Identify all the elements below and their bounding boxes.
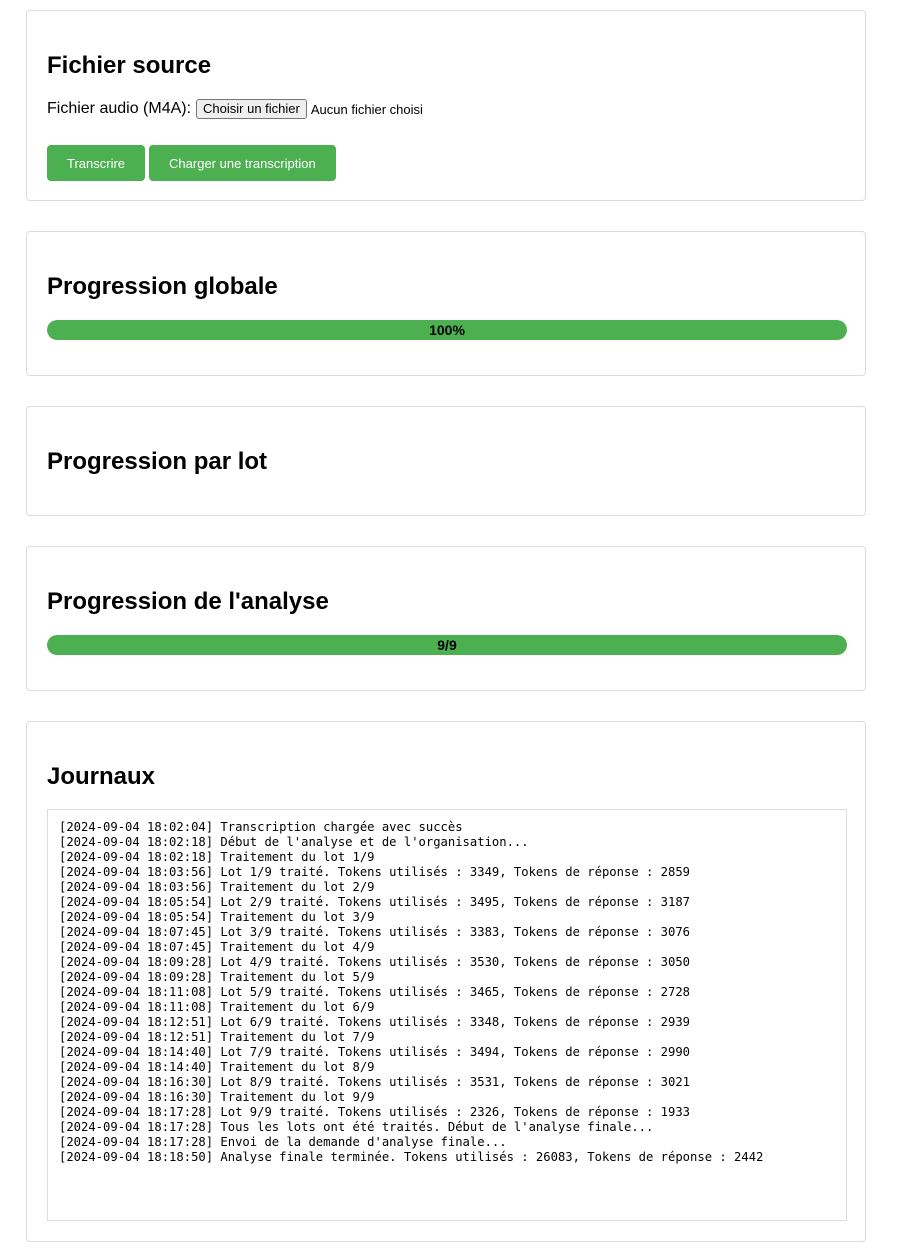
log-line: [2024-09-04 18:12:51] Traitement du lot … (59, 1030, 375, 1044)
log-line: [2024-09-04 18:16:30] Traitement du lot … (59, 1090, 375, 1104)
audio-file-row: Fichier audio (M4A): Choisir un fichier … (47, 99, 423, 119)
global-progress-label: 100% (429, 322, 465, 338)
audio-file-label: Fichier audio (M4A): (47, 100, 192, 117)
load-transcription-button[interactable]: Charger une transcription (149, 145, 336, 181)
log-line: [2024-09-04 18:16:30] Lot 8/9 traité. To… (59, 1075, 691, 1089)
global-progress-title: Progression globale (47, 273, 278, 300)
log-line: [2024-09-04 18:02:18] Traitement du lot … (59, 850, 375, 864)
log-line: [2024-09-04 18:14:40] Traitement du lot … (59, 1060, 375, 1074)
analysis-progress-bar: 9/9 (47, 635, 847, 655)
log-line: [2024-09-04 18:17:28] Lot 9/9 traité. To… (59, 1105, 691, 1119)
logs-title: Journaux (47, 763, 156, 790)
log-line: [2024-09-04 18:07:45] Traitement du lot … (59, 940, 375, 954)
file-status-text: Aucun fichier choisi (310, 101, 423, 117)
source-file-panel: Fichier source Fichier audio (M4A): Choi… (26, 10, 866, 201)
log-line: [2024-09-04 18:09:28] Traitement du lot … (59, 970, 375, 984)
log-line: [2024-09-04 18:14:40] Lot 7/9 traité. To… (59, 1045, 691, 1059)
log-line: [2024-09-04 18:18:50] Analyse finale ter… (59, 1150, 764, 1164)
action-buttons: Transcrire Charger une transcription (47, 145, 336, 181)
log-line: [2024-09-04 18:09:28] Lot 4/9 traité. To… (59, 955, 691, 969)
analysis-progress-title: Progression de l'analyse (47, 588, 329, 615)
log-line: [2024-09-04 18:02:18] Début de l'analyse… (59, 835, 529, 849)
analysis-progress-panel: Progression de l'analyse 9/9 (26, 546, 866, 691)
logs-panel: Journaux [2024-09-04 18:02:04] Transcrip… (26, 721, 866, 1242)
transcribe-button[interactable]: Transcrire (47, 145, 146, 181)
log-line: [2024-09-04 18:17:28] Tous les lots ont … (59, 1120, 654, 1134)
source-file-title: Fichier source (47, 52, 212, 79)
log-line: [2024-09-04 18:12:51] Lot 6/9 traité. To… (59, 1015, 691, 1029)
log-line: [2024-09-04 18:17:28] Envoi de la demand… (59, 1135, 507, 1149)
global-progress-panel: Progression globale 100% (26, 231, 866, 376)
log-line: [2024-09-04 18:11:08] Traitement du lot … (59, 1000, 375, 1014)
global-progress-bar: 100% (47, 320, 847, 340)
lot-progress-panel: Progression par lot (26, 406, 866, 516)
log-line: [2024-09-04 18:05:54] Lot 2/9 traité. To… (59, 895, 691, 909)
lot-progress-title: Progression par lot (47, 448, 268, 475)
log-line: [2024-09-04 18:11:08] Lot 5/9 traité. To… (59, 985, 691, 999)
log-line: [2024-09-04 18:03:56] Traitement du lot … (59, 880, 375, 894)
analysis-progress-label: 9/9 (437, 637, 457, 653)
log-line: [2024-09-04 18:03:56] Lot 1/9 traité. To… (59, 865, 691, 879)
log-line: [2024-09-04 18:05:54] Traitement du lot … (59, 910, 375, 924)
log-line: [2024-09-04 18:07:45] Lot 3/9 traité. To… (59, 925, 691, 939)
choose-file-button[interactable]: Choisir un fichier (196, 99, 307, 119)
log-output[interactable]: [2024-09-04 18:02:04] Transcription char… (47, 809, 847, 1221)
log-line: [2024-09-04 18:02:04] Transcription char… (59, 820, 463, 834)
